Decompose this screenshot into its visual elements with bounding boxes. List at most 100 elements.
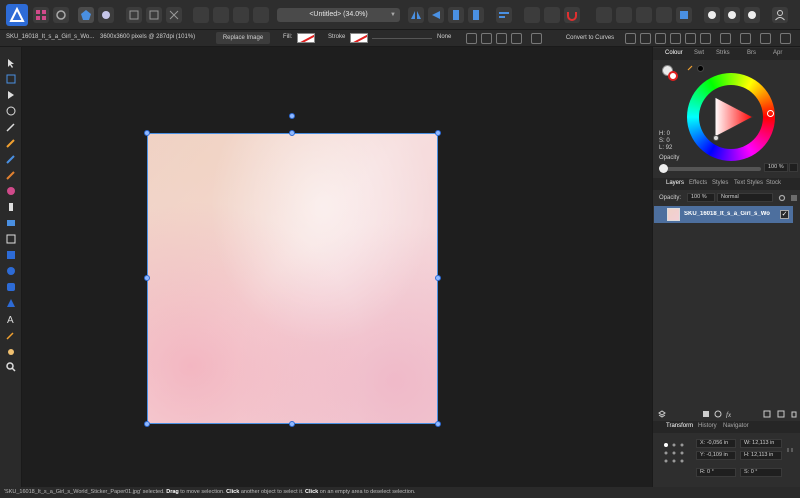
move-forward-icon[interactable] [213,7,229,23]
move-tool-icon[interactable] [5,57,17,69]
arrange-icon[interactable] [720,33,731,44]
more-options-icon[interactable] [780,33,791,44]
ellipse-tool-icon[interactable] [5,265,17,277]
image-info-dropdown[interactable]: 3600x3600 pixels @ 287dpi (101%) [100,34,195,40]
link-proportions-icon[interactable] [786,446,794,454]
align-top-icon[interactable] [670,33,681,44]
tab-text-styles[interactable]: Text Styles [734,180,763,186]
distribute-icon[interactable] [740,33,751,44]
layer-item[interactable]: SKU_16018_It_s_a_Girl_s_Wo ✓ [654,206,793,223]
stroke-colour-chip[interactable] [668,71,678,81]
stroke-width-slider[interactable] [372,38,432,39]
rotate-right-icon[interactable] [468,7,484,23]
resize-handle-bottom-left[interactable] [144,421,150,427]
layer-list-icon[interactable] [790,194,798,202]
x-field[interactable]: X: -0,056 in [696,439,736,448]
pencil-tool-icon[interactable] [5,137,17,149]
h-field[interactable]: H: 12,113 in [740,451,782,460]
gear-icon[interactable] [778,194,786,202]
crosshair-icon[interactable] [466,33,477,44]
w-field[interactable]: W: 12,113 in [740,439,782,448]
hand-tool-icon[interactable] [5,345,17,357]
y-field[interactable]: Y: -0,109 in [696,451,736,460]
boolean-xor-icon[interactable] [656,7,672,23]
black-swatch[interactable] [697,65,704,72]
align-right-icon[interactable] [655,33,666,44]
tab-styles[interactable]: Styles [712,180,728,186]
rectangle-tool-icon[interactable] [5,249,17,261]
crop-tool-icon[interactable] [5,233,17,245]
paint-brush-tool-icon[interactable] [5,169,17,181]
snapping-magnet-icon[interactable] [564,7,580,23]
group-icon[interactable] [777,410,785,418]
speech-bubble-icon[interactable] [704,7,720,23]
rotate-icon[interactable] [448,7,464,23]
boolean-intersect-icon[interactable] [636,7,652,23]
tab-navigator[interactable]: Navigator [723,423,749,429]
pie-icon[interactable] [744,7,760,23]
zoom-tool-icon[interactable] [5,361,17,373]
speech-bubble-2-icon[interactable] [724,7,740,23]
tab-transform[interactable]: Transform [666,423,693,429]
convert-to-curves-button[interactable]: Convert to Curves [561,32,619,44]
fill-swatch[interactable] [297,33,315,43]
tab-layers[interactable]: Layers [666,180,684,186]
lock-icon[interactable] [511,33,522,44]
rotation-field[interactable]: R: 0 ° [696,468,736,477]
tab-strokes[interactable]: Strks [716,50,730,56]
transform-origin-icon[interactable] [481,33,492,44]
shear-field[interactable]: S: 0 ° [740,468,782,477]
boolean-subtract-icon[interactable] [616,7,632,23]
rotation-handle[interactable] [289,113,295,119]
tab-brushes[interactable]: Brs [747,50,756,56]
mask-icon[interactable] [702,410,710,418]
align-bottom-icon[interactable] [700,33,711,44]
fx-icon[interactable]: fx [726,410,734,418]
place-image-tool-icon[interactable] [5,217,17,229]
layer-opacity-field[interactable]: 100 % [687,193,715,202]
move-back-icon[interactable] [193,7,209,23]
corner-tool-icon[interactable] [5,105,17,117]
align-left-icon[interactable] [625,33,636,44]
layer-visibility-checkbox[interactable]: ✓ [780,210,789,219]
align-middle-icon[interactable] [685,33,696,44]
colour-wheel[interactable] [687,73,775,161]
snap-icon[interactable] [126,7,142,23]
flower-icon[interactable] [98,7,114,23]
grid-icon[interactable] [524,7,540,23]
opacity-slider-knob[interactable] [659,164,668,173]
canvas-area[interactable] [22,47,652,487]
align-center-icon[interactable] [640,33,651,44]
rounded-rectangle-tool-icon[interactable] [5,281,17,293]
move-front-icon[interactable] [233,7,249,23]
colour-triangle[interactable] [711,95,755,139]
align-icon[interactable] [496,7,512,23]
pen-tool-icon[interactable] [5,121,17,133]
crop-frame-icon[interactable] [531,33,542,44]
fill-tool-icon[interactable] [5,185,17,197]
replace-image-button[interactable]: Replace Image [216,32,270,44]
rotate-canvas-icon[interactable] [496,33,507,44]
add-layer-icon[interactable] [763,410,771,418]
resize-handle-bottom[interactable] [289,421,295,427]
anchor-point-selector[interactable] [663,442,685,464]
transparency-tool-icon[interactable] [5,201,17,213]
flip-horizontal-icon[interactable] [408,7,424,23]
distribute-vertical-icon[interactable] [760,33,771,44]
crop-icon[interactable] [166,7,182,23]
triangle-tool-icon[interactable] [5,297,17,309]
move-top-icon[interactable] [253,7,269,23]
artboard-tool-icon[interactable] [5,73,17,85]
pentagon-icon[interactable] [78,7,94,23]
tab-effects[interactable]: Effects [689,180,707,186]
vector-brush-tool-icon[interactable] [5,153,17,165]
resize-handle-top-left[interactable] [144,130,150,136]
boolean-divide-icon[interactable] [676,7,692,23]
resize-handle-top-right[interactable] [435,130,441,136]
tab-appearance[interactable]: Apr [773,50,782,56]
adjustment-icon[interactable] [714,410,722,418]
color-picker-tool-icon[interactable] [5,329,17,341]
layers-stack-icon[interactable] [658,410,666,418]
pixel-persona-icon[interactable] [33,7,49,23]
hue-picker[interactable] [767,110,774,117]
